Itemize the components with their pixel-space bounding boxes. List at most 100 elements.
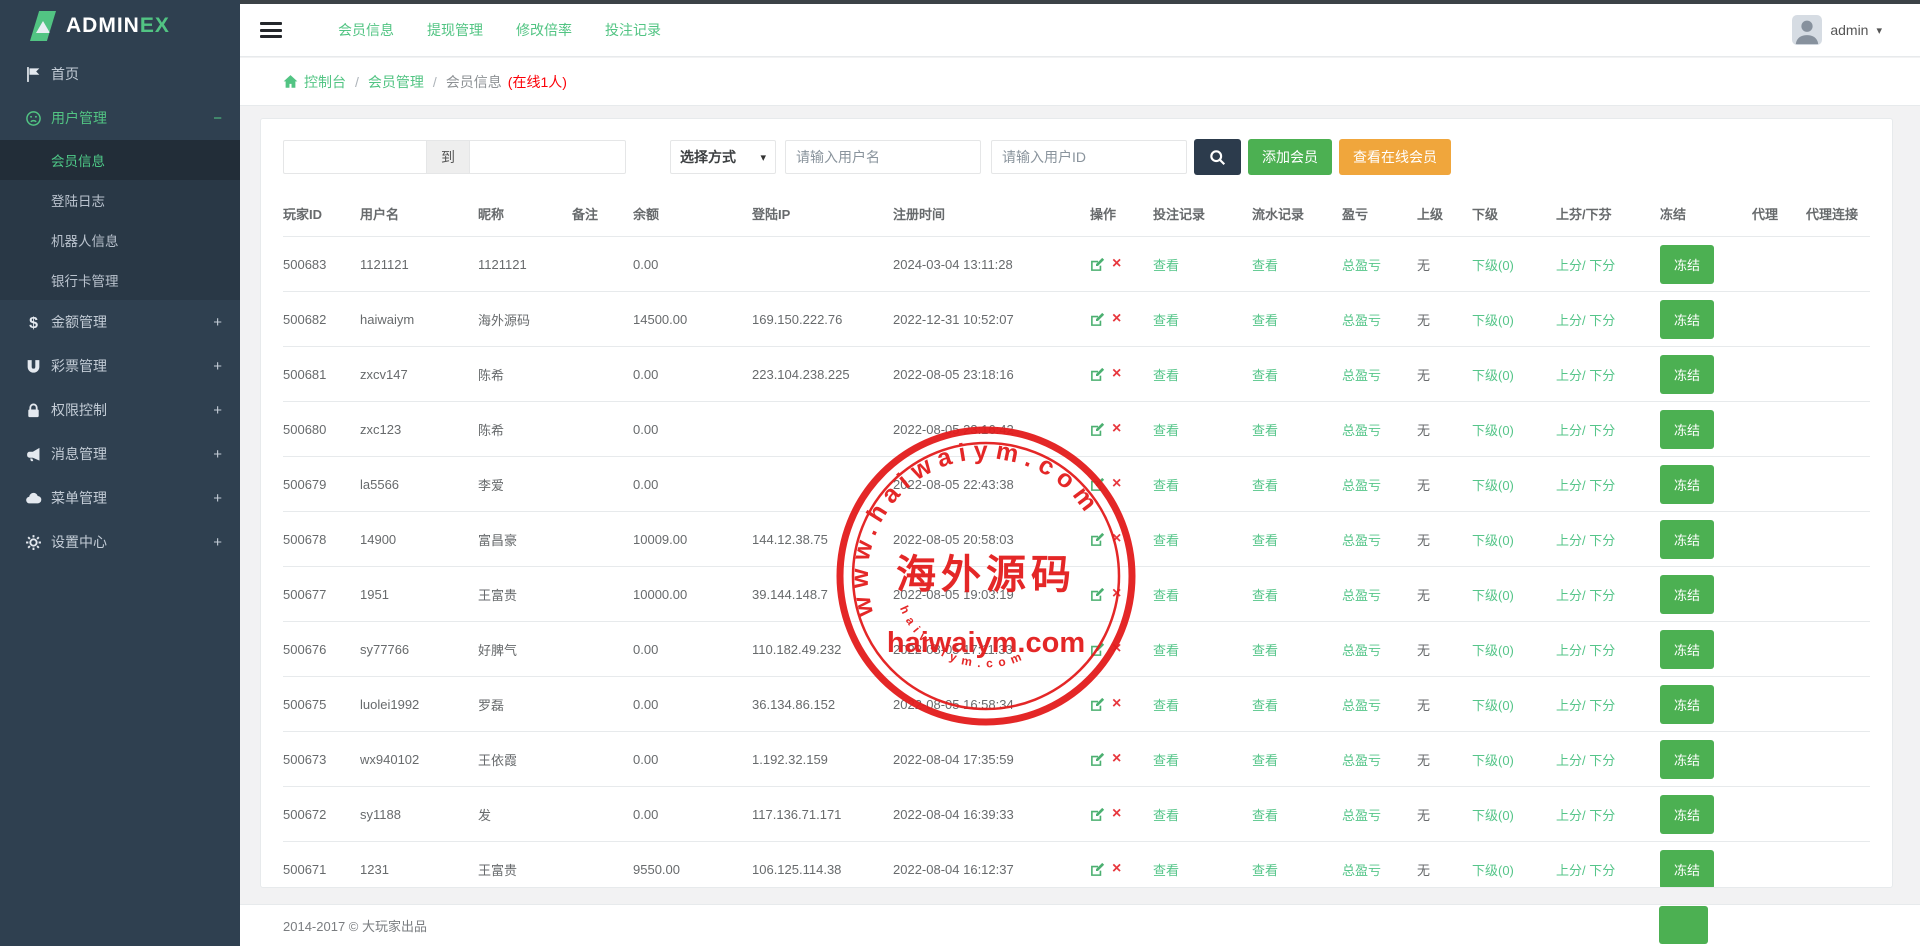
subordinate-link[interactable]: 下级(0) bbox=[1472, 533, 1514, 548]
subordinate-link[interactable]: 下级(0) bbox=[1472, 478, 1514, 493]
user-menu[interactable]: admin ▾ bbox=[1792, 15, 1882, 45]
subordinate-link[interactable]: 下级(0) bbox=[1472, 643, 1514, 658]
expand-plus-icon[interactable]: + bbox=[213, 490, 222, 507]
view-flow-records-link[interactable]: 查看 bbox=[1252, 588, 1278, 603]
delete-icon[interactable]: × bbox=[1112, 586, 1121, 602]
search-button[interactable] bbox=[1194, 139, 1241, 175]
view-bet-records-link[interactable]: 查看 bbox=[1153, 753, 1179, 768]
delete-icon[interactable]: × bbox=[1112, 366, 1121, 382]
view-bet-records-link[interactable]: 查看 bbox=[1153, 423, 1179, 438]
total-profit-link[interactable]: 总盈亏 bbox=[1342, 423, 1381, 438]
edit-icon[interactable] bbox=[1090, 367, 1105, 382]
view-bet-records-link[interactable]: 查看 bbox=[1153, 863, 1179, 878]
freeze-button[interactable]: 冻结 bbox=[1660, 685, 1714, 724]
total-profit-link[interactable]: 总盈亏 bbox=[1342, 368, 1381, 383]
freeze-button[interactable]: 冻结 bbox=[1660, 520, 1714, 559]
total-profit-link[interactable]: 总盈亏 bbox=[1342, 588, 1381, 603]
nav-link-modify-rate[interactable]: 修改倍率 bbox=[516, 20, 572, 40]
delete-icon[interactable]: × bbox=[1112, 751, 1121, 767]
subordinate-link[interactable]: 下级(0) bbox=[1472, 753, 1514, 768]
freeze-button[interactable]: 冻结 bbox=[1660, 465, 1714, 504]
nav-link-member-info[interactable]: 会员信息 bbox=[338, 20, 394, 40]
delete-icon[interactable]: × bbox=[1112, 641, 1121, 657]
view-bet-records-link[interactable]: 查看 bbox=[1153, 643, 1179, 658]
nav-link-withdraw-mgmt[interactable]: 提现管理 bbox=[427, 20, 483, 40]
view-flow-records-link[interactable]: 查看 bbox=[1252, 753, 1278, 768]
sidebar-item-robot-info[interactable]: 机器人信息 bbox=[0, 220, 240, 260]
date-to-input[interactable] bbox=[470, 140, 626, 174]
view-flow-records-link[interactable]: 查看 bbox=[1252, 643, 1278, 658]
sidebar-item-home[interactable]: 首页 bbox=[0, 52, 240, 96]
edit-icon[interactable] bbox=[1090, 862, 1105, 877]
subordinate-link[interactable]: 下级(0) bbox=[1472, 863, 1514, 878]
freeze-button[interactable]: 冻结 bbox=[1660, 630, 1714, 669]
updown-points-link[interactable]: 上分/ 下分 bbox=[1556, 753, 1615, 768]
freeze-button[interactable]: 冻结 bbox=[1660, 850, 1714, 889]
total-profit-link[interactable]: 总盈亏 bbox=[1342, 478, 1381, 493]
hamburger-menu-icon[interactable] bbox=[260, 22, 282, 38]
method-select[interactable]: 选择方式 ▾ bbox=[670, 140, 776, 174]
breadcrumb-member-mgmt[interactable]: 会员管理 bbox=[368, 72, 424, 92]
total-profit-link[interactable]: 总盈亏 bbox=[1342, 808, 1381, 823]
date-from-input[interactable] bbox=[283, 140, 427, 174]
updown-points-link[interactable]: 上分/ 下分 bbox=[1556, 643, 1615, 658]
view-bet-records-link[interactable]: 查看 bbox=[1153, 533, 1179, 548]
freeze-button-partial[interactable] bbox=[1659, 906, 1708, 944]
updown-points-link[interactable]: 上分/ 下分 bbox=[1556, 258, 1615, 273]
updown-points-link[interactable]: 上分/ 下分 bbox=[1556, 533, 1615, 548]
subordinate-link[interactable]: 下级(0) bbox=[1472, 368, 1514, 383]
total-profit-link[interactable]: 总盈亏 bbox=[1342, 698, 1381, 713]
subordinate-link[interactable]: 下级(0) bbox=[1472, 588, 1514, 603]
freeze-button[interactable]: 冻结 bbox=[1660, 300, 1714, 339]
freeze-button[interactable]: 冻结 bbox=[1660, 410, 1714, 449]
subordinate-link[interactable]: 下级(0) bbox=[1472, 698, 1514, 713]
view-flow-records-link[interactable]: 查看 bbox=[1252, 423, 1278, 438]
edit-icon[interactable] bbox=[1090, 587, 1105, 602]
sidebar-item-message-mgmt[interactable]: 消息管理 + bbox=[0, 432, 240, 476]
delete-icon[interactable]: × bbox=[1112, 421, 1121, 437]
freeze-button[interactable]: 冻结 bbox=[1660, 245, 1714, 284]
view-flow-records-link[interactable]: 查看 bbox=[1252, 533, 1278, 548]
add-member-button[interactable]: 添加会员 bbox=[1248, 139, 1332, 175]
collapse-minus-icon[interactable]: − bbox=[213, 110, 222, 127]
edit-icon[interactable] bbox=[1090, 422, 1105, 437]
view-bet-records-link[interactable]: 查看 bbox=[1153, 698, 1179, 713]
sidebar-item-login-log[interactable]: 登陆日志 bbox=[0, 180, 240, 220]
expand-plus-icon[interactable]: + bbox=[213, 534, 222, 551]
expand-plus-icon[interactable]: + bbox=[213, 402, 222, 419]
view-flow-records-link[interactable]: 查看 bbox=[1252, 698, 1278, 713]
subordinate-link[interactable]: 下级(0) bbox=[1472, 258, 1514, 273]
username-search-input[interactable] bbox=[785, 140, 981, 174]
delete-icon[interactable]: × bbox=[1112, 531, 1121, 547]
view-flow-records-link[interactable]: 查看 bbox=[1252, 258, 1278, 273]
freeze-button[interactable]: 冻结 bbox=[1660, 355, 1714, 394]
view-flow-records-link[interactable]: 查看 bbox=[1252, 808, 1278, 823]
view-flow-records-link[interactable]: 查看 bbox=[1252, 368, 1278, 383]
view-bet-records-link[interactable]: 查看 bbox=[1153, 258, 1179, 273]
sidebar-item-member-info[interactable]: 会员信息 bbox=[0, 140, 240, 180]
freeze-button[interactable]: 冻结 bbox=[1660, 575, 1714, 614]
total-profit-link[interactable]: 总盈亏 bbox=[1342, 643, 1381, 658]
sidebar-item-bankcard-mgmt[interactable]: 银行卡管理 bbox=[0, 260, 240, 300]
updown-points-link[interactable]: 上分/ 下分 bbox=[1556, 478, 1615, 493]
edit-icon[interactable] bbox=[1090, 477, 1105, 492]
view-bet-records-link[interactable]: 查看 bbox=[1153, 368, 1179, 383]
userid-search-input[interactable] bbox=[991, 140, 1187, 174]
view-bet-records-link[interactable]: 查看 bbox=[1153, 808, 1179, 823]
brand-logo[interactable]: ADMINEX bbox=[0, 0, 240, 52]
edit-icon[interactable] bbox=[1090, 752, 1105, 767]
total-profit-link[interactable]: 总盈亏 bbox=[1342, 258, 1381, 273]
updown-points-link[interactable]: 上分/ 下分 bbox=[1556, 313, 1615, 328]
freeze-button[interactable]: 冻结 bbox=[1660, 795, 1714, 834]
view-flow-records-link[interactable]: 查看 bbox=[1252, 313, 1278, 328]
updown-points-link[interactable]: 上分/ 下分 bbox=[1556, 863, 1615, 878]
subordinate-link[interactable]: 下级(0) bbox=[1472, 808, 1514, 823]
delete-icon[interactable]: × bbox=[1112, 861, 1121, 877]
expand-plus-icon[interactable]: + bbox=[213, 446, 222, 463]
total-profit-link[interactable]: 总盈亏 bbox=[1342, 753, 1381, 768]
edit-icon[interactable] bbox=[1090, 807, 1105, 822]
subordinate-link[interactable]: 下级(0) bbox=[1472, 423, 1514, 438]
view-bet-records-link[interactable]: 查看 bbox=[1153, 588, 1179, 603]
view-flow-records-link[interactable]: 查看 bbox=[1252, 863, 1278, 878]
view-bet-records-link[interactable]: 查看 bbox=[1153, 478, 1179, 493]
